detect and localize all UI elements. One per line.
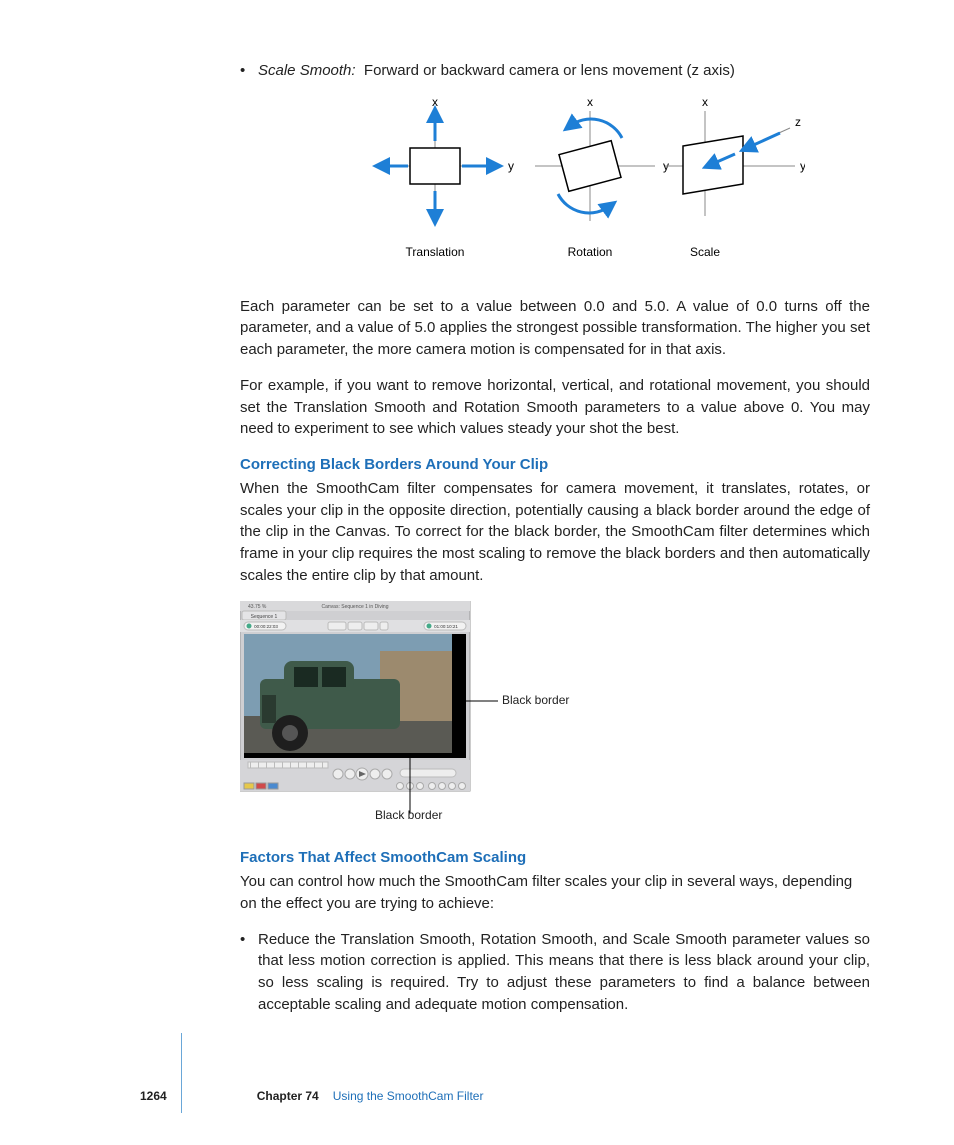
paragraph: When the SmoothCam filter compensates fo… bbox=[240, 478, 870, 587]
paragraph: Each parameter can be set to a value bet… bbox=[240, 296, 870, 361]
paragraph: You can control how much the SmoothCam f… bbox=[240, 871, 870, 915]
list-item: Reduce the Translation Smooth, Rotation … bbox=[240, 929, 870, 1016]
svg-text:x: x bbox=[702, 96, 708, 109]
callout-black-border-bottom: Black border bbox=[375, 808, 442, 821]
axis-x-label: x bbox=[432, 96, 438, 109]
heading-correcting-borders: Correcting Black Borders Around Your Cli… bbox=[240, 454, 870, 476]
caption-rotation: Rotation bbox=[568, 245, 613, 259]
callout-black-border-right: Black border bbox=[502, 693, 569, 707]
document-page: Scale Smooth: Forward or backward camera… bbox=[0, 0, 954, 1145]
svg-text:y: y bbox=[800, 159, 805, 173]
bullet-list-top: Scale Smooth: Forward or backward camera… bbox=[240, 60, 870, 82]
chapter-number: Chapter 74 bbox=[257, 1088, 319, 1105]
canvas-screenshot-figure: Canvas: Sequence 1 in Diving 43.75 % Seq… bbox=[240, 601, 870, 828]
caption-scale: Scale bbox=[690, 245, 720, 259]
timecode-left: 00:00:22:03 bbox=[254, 624, 278, 629]
chapter-title: Using the SmoothCam Filter bbox=[333, 1088, 484, 1105]
canvas-pct: 43.75 % bbox=[248, 604, 267, 610]
canvas-title: Canvas: Sequence 1 in Diving bbox=[322, 604, 389, 610]
bullet-list-bottom: Reduce the Translation Smooth, Rotation … bbox=[240, 929, 870, 1016]
motion-diagram: x y Translation x y bbox=[240, 96, 900, 278]
heading-factors-scaling: Factors That Affect SmoothCam Scaling bbox=[240, 847, 870, 869]
page-footer: 1264 Chapter 74 Using the SmoothCam Filt… bbox=[0, 1088, 954, 1105]
page-number: 1264 bbox=[140, 1088, 167, 1105]
axis-z-label: z bbox=[795, 115, 801, 129]
axis-y-label: y bbox=[508, 159, 514, 173]
svg-text:x: x bbox=[587, 96, 593, 109]
caption-translation: Translation bbox=[406, 245, 465, 259]
canvas-tab: Sequence 1 bbox=[251, 614, 278, 620]
content-column: Scale Smooth: Forward or backward camera… bbox=[240, 60, 870, 1016]
list-item: Scale Smooth: Forward or backward camera… bbox=[240, 60, 870, 82]
timecode-right: 01:00:10:21 bbox=[434, 624, 458, 629]
term-scale-smooth: Scale Smooth: bbox=[258, 62, 356, 79]
paragraph: For example, if you want to remove horiz… bbox=[240, 375, 870, 440]
term-desc: Forward or backward camera or lens movem… bbox=[364, 62, 735, 79]
